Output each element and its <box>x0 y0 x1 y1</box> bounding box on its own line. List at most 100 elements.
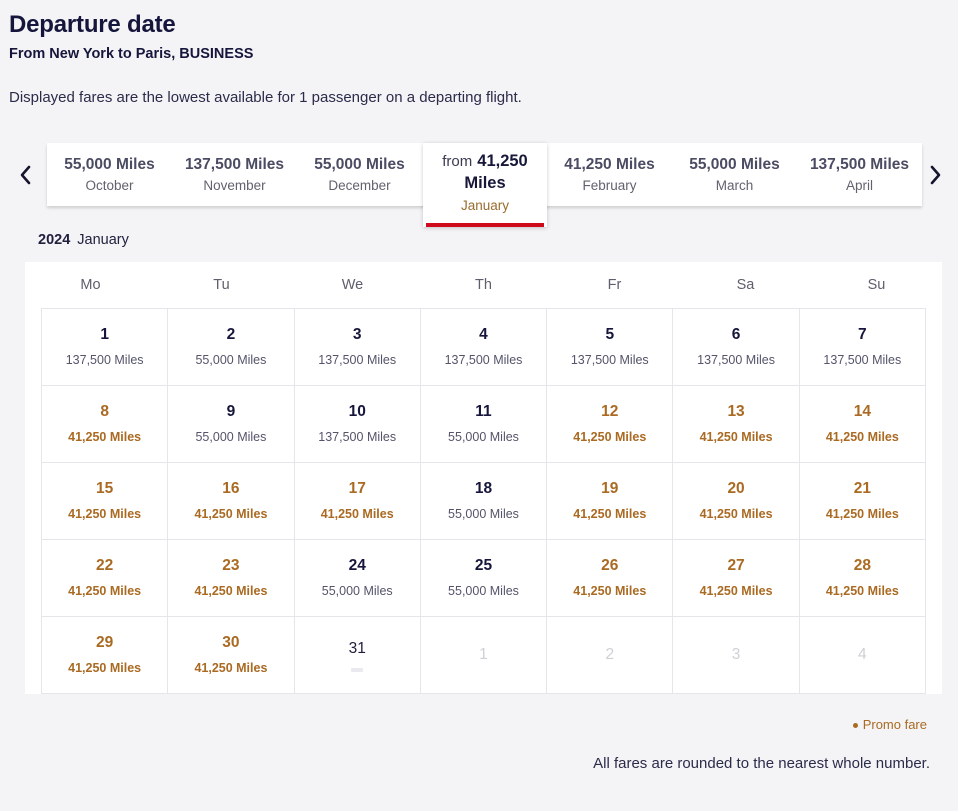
calendar-day-cell[interactable]: 18 55,000 Miles <box>420 463 548 540</box>
calendar-day-cell[interactable]: 9 55,000 Miles <box>168 386 295 463</box>
calendar-day-number: 6 <box>731 326 741 343</box>
calendar-day-cell[interactable]: 15 41,250 Miles <box>42 463 169 540</box>
calendar-day-cell[interactable]: 21 41,250 Miles <box>799 463 926 540</box>
calendar-day-number: 26 <box>601 557 619 574</box>
calendar-day-cell[interactable]: 28 41,250 Miles <box>799 540 926 617</box>
month-tab-label: February <box>582 177 637 193</box>
calendar-weeks: 1 137,500 Miles 2 55,000 Miles 3 137,500 Mile… <box>41 308 926 694</box>
month-tab-february[interactable]: 41,250 Miles February <box>547 143 672 206</box>
calendar-day-number: 1 <box>100 326 109 343</box>
calendar-day-fare: 137,500 Miles <box>318 430 397 444</box>
calendar-day-cell[interactable]: 11 55,000 Miles <box>420 386 548 463</box>
calendar-day-cell[interactable]: 20 41,250 Miles <box>673 463 800 540</box>
calendar-footer: Promo fare <box>0 716 958 734</box>
calendar-day-cell[interactable]: 25 55,000 Miles <box>420 540 548 617</box>
calendar-day-cell[interactable]: 12 41,250 Miles <box>547 386 674 463</box>
calendar-day-number: 10 <box>348 403 366 420</box>
calendar-day-cell[interactable]: 10 137,500 Miles <box>294 386 421 463</box>
calendar-day-fare: 55,000 Miles <box>195 353 267 367</box>
calendar-day-cell[interactable]: 19 41,250 Miles <box>547 463 674 540</box>
calendar-day-cell[interactable]: 30 41,250 Miles <box>168 617 295 694</box>
calendar-day-cell[interactable]: 5 137,500 Miles <box>547 309 674 386</box>
calendar-day-fare: 137,500 Miles <box>444 353 523 367</box>
calendar-day-cell[interactable]: 8 41,250 Miles <box>42 386 169 463</box>
calendar-week-row: 1 137,500 Miles 2 55,000 Miles 3 137,500 Mile… <box>42 309 926 386</box>
calendar-day-number: 30 <box>222 634 240 651</box>
month-tab-december[interactable]: 55,000 Miles December <box>297 143 422 206</box>
calendar-day-number: 3 <box>352 326 362 343</box>
calendar-day-number: 2 <box>605 646 615 663</box>
selected-month-underline <box>426 223 544 227</box>
month-tab-miles: 41,250 Miles <box>564 155 655 173</box>
calendar-day-fare: 41,250 Miles <box>699 584 773 598</box>
calendar-week-row: 22 41,250 Miles 23 41,250 Miles 24 55,000 Mil… <box>42 540 926 617</box>
calendar-day-fare: 55,000 Miles <box>448 584 519 598</box>
calendar-day-cell[interactable]: 31 <box>294 617 421 694</box>
month-tab-miles: 137,500 Miles <box>184 155 285 173</box>
calendar-day-fare: 41,250 Miles <box>320 507 394 521</box>
carousel-next-button[interactable] <box>924 164 946 186</box>
calendar-day-cell[interactable]: 1 137,500 Miles <box>42 309 169 386</box>
calendar-day-fare: 41,250 Miles <box>68 661 142 675</box>
weekday-we: We <box>341 277 364 293</box>
calendar-day-cell[interactable]: 29 41,250 Miles <box>42 617 169 694</box>
calendar-day-fare: 137,500 Miles <box>318 353 397 367</box>
month-tab-label: October <box>85 177 134 193</box>
calendar-day-number: 12 <box>601 403 619 420</box>
weekday-sa: Sa <box>736 277 755 293</box>
calendar-month-name: January <box>77 232 129 248</box>
calendar-day-fare: 41,250 Miles <box>194 507 268 521</box>
month-tab-october[interactable]: 55,000 Miles October <box>47 143 172 206</box>
month-strip: 55,000 Miles October 137,500 Miles Novem… <box>47 143 922 227</box>
calendar-day-cell[interactable]: 22 41,250 Miles <box>42 540 169 617</box>
calendar-day-fare: 55,000 Miles <box>321 584 393 598</box>
calendar-day-number: 31 <box>348 639 366 657</box>
calendar-day-number: 19 <box>601 480 619 497</box>
calendar-day-number: 13 <box>727 403 745 420</box>
calendar-day-number: 20 <box>727 480 745 497</box>
weekday-su: Su <box>867 277 886 293</box>
calendar-day-fare: 137,500 Miles <box>570 353 649 367</box>
calendar-day-cell[interactable]: 13 41,250 Miles <box>673 386 800 463</box>
month-tab-march[interactable]: 55,000 Miles March <box>672 143 797 206</box>
carousel-prev-button[interactable] <box>14 164 36 186</box>
chevron-right-icon <box>929 165 942 185</box>
calendar-day-number: 14 <box>853 403 871 420</box>
calendar-day-cell[interactable]: 16 41,250 Miles <box>168 463 295 540</box>
calendar-day-number: 2 <box>226 326 236 343</box>
fare-disclaimer: Displayed fares are the lowest available… <box>9 89 522 106</box>
calendar-day-cell[interactable]: 17 41,250 Miles <box>294 463 421 540</box>
calendar-day-fare: 41,250 Miles <box>699 430 773 444</box>
calendar-day-cell[interactable]: 26 41,250 Miles <box>547 540 674 617</box>
promo-dot-icon <box>852 723 858 729</box>
calendar-day-fare: 41,250 Miles <box>68 430 142 444</box>
calendar-day-number: 3 <box>731 646 741 663</box>
calendar-day-cell[interactable]: 2 55,000 Miles <box>168 309 295 386</box>
calendar-day-cell[interactable]: 3 137,500 Miles <box>294 309 421 386</box>
calendar-day-cell[interactable]: 6 137,500 Miles <box>673 309 800 386</box>
calendar-day-fare: 41,250 Miles <box>194 661 268 675</box>
month-tab-november[interactable]: 137,500 Miles November <box>172 143 297 206</box>
calendar-day-cell[interactable]: 14 41,250 Miles <box>799 386 926 463</box>
month-tab-label: April <box>845 177 873 193</box>
calendar-day-number: 27 <box>727 557 745 574</box>
calendar-day-cell[interactable]: 27 41,250 Miles <box>673 540 800 617</box>
calendar-day-cell[interactable]: 7 137,500 Miles <box>799 309 926 386</box>
calendar-day-cell[interactable]: 4 137,500 Miles <box>420 309 548 386</box>
month-tab-january-selected[interactable]: from 41,250 Miles January <box>423 143 547 227</box>
calendar-day-number: 17 <box>348 480 366 497</box>
month-tab-label: November <box>203 177 266 193</box>
calendar-day-number: 24 <box>348 557 366 574</box>
calendar-day-cell-outside: 2 <box>547 617 674 694</box>
departure-date-page: Departure date From New York to Paris, B… <box>0 0 958 811</box>
selected-month-unit: Miles <box>464 173 506 192</box>
calendar-day-cell[interactable]: 24 55,000 Miles <box>294 540 421 617</box>
rounding-note: All fares are rounded to the nearest who… <box>593 755 930 772</box>
calendar-day-number: 18 <box>474 480 493 497</box>
calendar-day-fare: 41,250 Miles <box>573 507 647 521</box>
calendar-day-fare: 137,500 Miles <box>65 353 144 367</box>
calendar-day-number: 11 <box>475 403 492 420</box>
month-tab-april[interactable]: 137,500 Miles April <box>797 143 922 206</box>
calendar-day-cell[interactable]: 23 41,250 Miles <box>168 540 295 617</box>
month-tab-miles: 55,000 Miles <box>689 155 780 173</box>
